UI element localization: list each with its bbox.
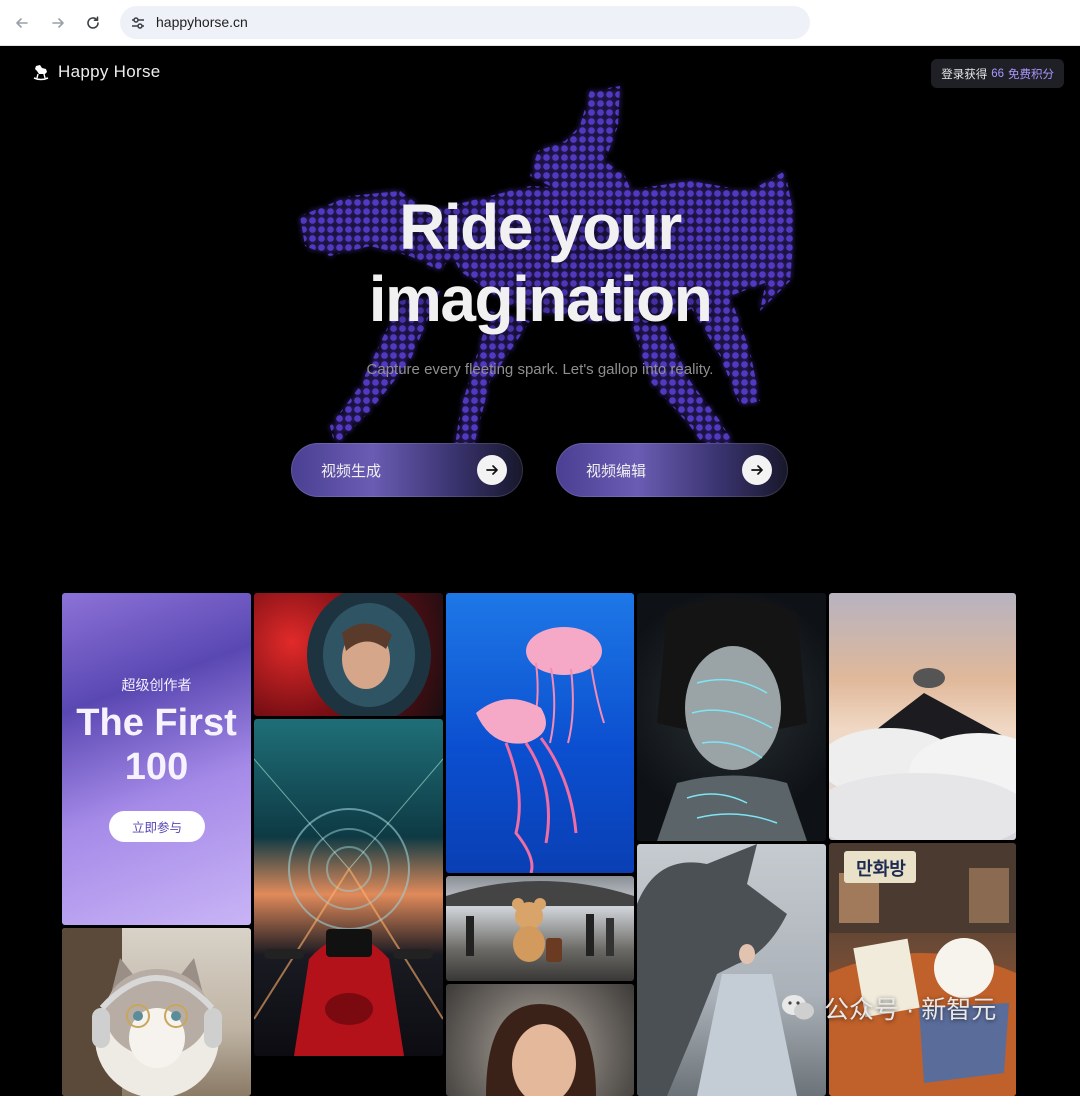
arrow-right-icon	[477, 455, 507, 485]
brand-logo[interactable]: Happy Horse	[32, 62, 161, 82]
login-suffix: 免费积分	[1008, 68, 1054, 81]
gallery-tile-jellyfish[interactable]	[446, 593, 634, 873]
gallery-tile-snow-portrait[interactable]	[446, 984, 634, 1096]
promo-kicker: 超级创作者	[121, 677, 192, 693]
teddy-station-image	[446, 881, 634, 962]
hero-title: Ride your imagination	[0, 191, 1080, 335]
site-settings-icon[interactable]	[128, 13, 148, 33]
cat-headphones-image	[62, 928, 222, 1096]
promo-card[interactable]: 超级创作者 The First 100 立即参与	[62, 593, 251, 925]
hero-title-line-2: imagination	[368, 263, 713, 335]
snow-portrait-image	[486, 1004, 596, 1096]
gallery-tile-dragon[interactable]	[637, 844, 826, 1096]
video-generate-label: 视频生成	[321, 462, 382, 480]
video-edit-label: 视频编辑	[586, 462, 647, 480]
astronaut-image	[307, 593, 431, 716]
motorcycle-tunnel-image	[254, 758, 443, 1056]
promo-headline-line-1: The First	[76, 702, 237, 744]
hero-title-line-1: Ride your	[399, 191, 682, 263]
gallery-tile-teddy[interactable]	[446, 876, 634, 981]
page: Happy Horse 登录获得 66 免费积分 Ride your imagi…	[0, 46, 1080, 1096]
rocking-horse-icon	[33, 65, 49, 81]
gallery-tile-puppy[interactable]: 만화방	[829, 843, 1016, 1096]
gallery-tile-cat[interactable]	[62, 928, 251, 1096]
woman-dragon-image	[637, 844, 797, 1096]
watermark-text: 公众号 · 新智元	[824, 996, 997, 1024]
forward-button[interactable]	[46, 11, 70, 35]
watermark: 公众号 · 新智元	[780, 990, 996, 1026]
url-text[interactable]: happyhorse.cn	[156, 14, 248, 30]
gallery-tile-glowing-face[interactable]	[637, 593, 826, 841]
arrow-left-icon	[16, 18, 28, 28]
promo-headline-line-2: 100	[124, 746, 189, 788]
jellyfish-image	[476, 627, 605, 873]
reload-button[interactable]	[81, 11, 105, 35]
address-bar[interactable]: happyhorse.cn	[120, 6, 810, 39]
video-edit-button[interactable]: 视频编辑	[556, 443, 788, 497]
video-generate-button[interactable]: 视频生成	[291, 443, 523, 497]
gallery-tile-motorcycle[interactable]	[254, 719, 443, 1056]
join-now-button[interactable]: 立即参与	[109, 811, 205, 842]
brand-name: Happy Horse	[58, 62, 161, 81]
arrow-right-icon	[52, 18, 64, 28]
gallery-tile-astronaut[interactable]	[254, 593, 443, 716]
bookshop-sign: 만화방	[856, 859, 906, 880]
credits-count: 66	[991, 67, 1004, 80]
login-credits-button[interactable]: 登录获得 66 免费积分	[931, 59, 1064, 88]
reload-icon	[87, 16, 99, 29]
hero-subtitle: Capture every fleeting spark. Let's gall…	[366, 361, 714, 378]
back-button[interactable]	[10, 11, 34, 35]
glowing-face-image	[657, 598, 807, 841]
volcano-image	[829, 668, 1016, 840]
browser-chrome: happyhorse.cn	[0, 0, 1080, 46]
wechat-icon	[780, 993, 816, 1023]
arrow-right-icon	[742, 455, 772, 485]
gallery-tile-volcano[interactable]	[829, 593, 1016, 840]
login-prefix: 登录获得	[941, 68, 988, 81]
promo-headline: The First 100	[62, 701, 251, 789]
